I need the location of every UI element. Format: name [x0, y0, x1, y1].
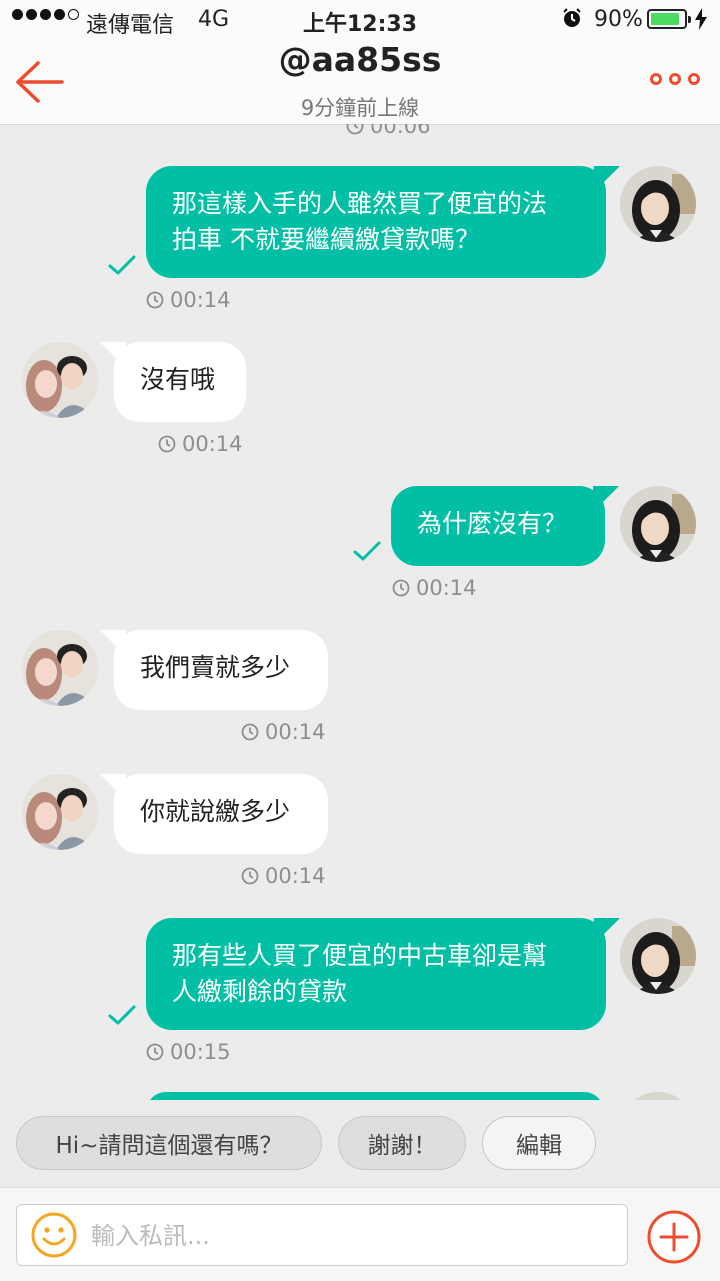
avatar — [620, 1092, 696, 1100]
timestamp-text: 00:14 — [265, 720, 326, 744]
message-text: 那這樣入手的人雖然買了便宜的法 拍車 不就要繼續繳貸款嗎？ — [172, 189, 548, 254]
charging-icon — [695, 8, 707, 30]
message-timestamp: 00:14 — [146, 288, 231, 312]
read-check-icon — [353, 540, 381, 562]
my-avatar — [620, 486, 696, 562]
message-text: 你就說繳多少 — [140, 797, 291, 826]
clock-icon — [146, 1043, 164, 1061]
bubble-tail — [100, 774, 126, 800]
clock-icon — [346, 124, 364, 135]
chat-header: @aa85ss 9分鐘前上線 — [0, 40, 720, 125]
bubble-tail — [594, 166, 620, 192]
quick-reply-chip[interactable]: Hi~請問這個還有嗎？ — [16, 1116, 322, 1170]
bubble-tail — [594, 918, 620, 944]
timestamp-text: 00:14 — [416, 576, 477, 600]
timestamp-text: 00:14 — [170, 288, 231, 312]
read-check-icon — [108, 254, 136, 276]
message-bubble-partial — [146, 1092, 604, 1100]
message-timestamp: 00:06 — [346, 124, 431, 138]
received-message-bubble[interactable]: 我們賣就多少 — [100, 630, 328, 710]
bubble-tail — [100, 630, 126, 656]
clock-icon — [146, 291, 164, 309]
message-timestamp: 00:15 — [146, 1040, 231, 1064]
battery-icon — [647, 9, 691, 29]
contact-avatar[interactable] — [22, 774, 98, 850]
message-timestamp: 00:14 — [241, 864, 326, 888]
clock-icon — [392, 579, 410, 597]
add-attachment-icon[interactable] — [647, 1210, 701, 1264]
contact-avatar[interactable] — [22, 630, 98, 706]
emoji-icon[interactable] — [31, 1212, 77, 1258]
battery-percentage: 90% — [594, 7, 643, 32]
my-avatar — [620, 166, 696, 242]
read-check-icon — [108, 1004, 136, 1026]
alarm-icon — [563, 8, 581, 27]
chat-username: @aa85ss — [278, 40, 442, 79]
timestamp-text: 00:15 — [170, 1040, 231, 1064]
contact-avatar[interactable] — [22, 342, 98, 418]
received-message-bubble[interactable]: 你就說繳多少 — [100, 774, 328, 854]
message-timestamp: 00:14 — [241, 720, 326, 744]
bubble-tail — [100, 342, 126, 368]
message-text: 沒有哦 — [140, 365, 216, 394]
quick-reply-chip[interactable]: 謝謝！ — [338, 1116, 466, 1170]
received-message-bubble[interactable]: 沒有哦 — [100, 342, 246, 422]
sent-message-bubble[interactable]: 為什麼沒有？ — [391, 486, 619, 566]
message-text: 我們賣就多少 — [140, 653, 291, 682]
timestamp-text: 00:14 — [265, 864, 326, 888]
sent-message-bubble[interactable]: 那有些人買了便宜的中古車卻是幫 人繳剩餘的貸款 — [146, 918, 620, 1030]
message-timestamp: 00:14 — [392, 576, 477, 600]
clock-icon — [158, 435, 176, 453]
message-text: 那有些人買了便宜的中古車卻是幫 人繳剩餘的貸款 — [172, 941, 548, 1006]
sent-message-bubble[interactable]: 那這樣入手的人雖然買了便宜的法 拍車 不就要繼續繳貸款嗎？ — [146, 166, 620, 278]
my-avatar — [620, 918, 696, 994]
bubble-tail — [593, 486, 619, 512]
message-list[interactable]: 00:06 那這樣入手的人雖然買了便宜的法 拍車 不就要繼續繳貸款嗎？ 00:14… — [0, 124, 720, 1100]
more-options-icon[interactable] — [650, 73, 700, 85]
message-composer — [0, 1187, 720, 1281]
message-text: 為什麼沒有？ — [417, 509, 568, 538]
timestamp-text: 00:14 — [182, 432, 243, 456]
clock-icon — [241, 723, 259, 741]
status-bar: 遠傳電信 4G 上午12:33 90% — [0, 0, 720, 40]
quick-reply-bar: Hi~請問這個還有嗎？ 謝謝！ 編輯 — [0, 1100, 720, 1186]
message-timestamp: 00:14 — [158, 432, 243, 456]
edit-quick-replies-button[interactable]: 編輯 — [482, 1116, 596, 1170]
clock-icon — [241, 867, 259, 885]
last-online-status: 9分鐘前上線 — [300, 96, 420, 120]
message-input-box — [16, 1204, 628, 1266]
message-input[interactable] — [89, 1215, 613, 1257]
